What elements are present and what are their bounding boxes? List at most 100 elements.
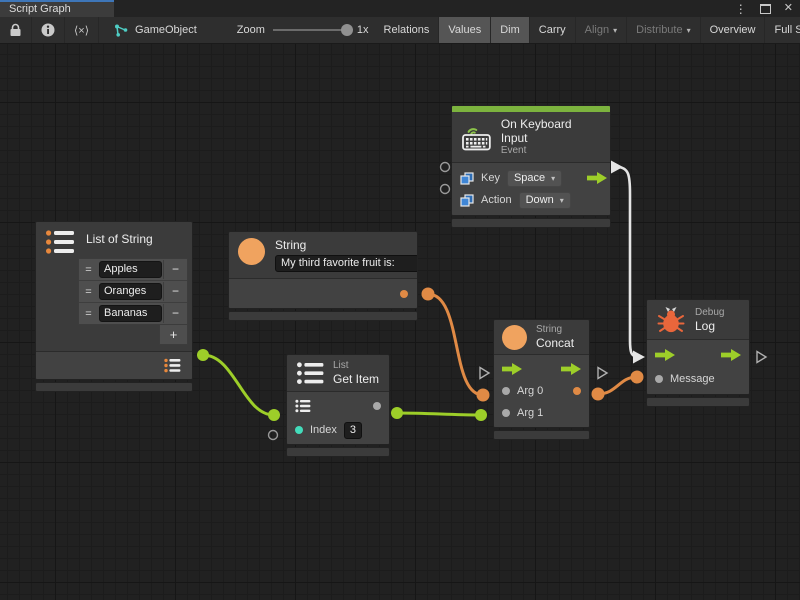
key-dropdown[interactable]: Space ▾ — [507, 170, 562, 187]
key-port-row: Key Space ▾ — [452, 167, 610, 189]
wire-getitem-to-concat[interactable] — [397, 413, 481, 415]
gameobject-selector[interactable]: GameObject — [99, 17, 203, 43]
enum-icon — [460, 194, 474, 207]
relations-label: Relations — [384, 24, 430, 36]
node-subtitle: Event — [501, 145, 601, 157]
window-controls: ⋮ ✕ — [735, 1, 793, 16]
add-item-button[interactable]: + — [159, 325, 188, 345]
message-input-port[interactable] — [655, 375, 663, 383]
fullscreen-button[interactable]: Full Scre — [765, 17, 800, 43]
list-item-input[interactable]: Apples — [99, 261, 162, 278]
overview-label: Overview — [710, 24, 756, 36]
node-on-keyboard-input[interactable]: On Keyboard Input Event Key Space ▾ — [451, 105, 611, 228]
fullscreen-label: Full Scre — [774, 24, 800, 36]
wire-endpoint[interactable] — [631, 371, 644, 384]
node-footer — [646, 397, 750, 407]
wire-endpoint[interactable] — [391, 407, 403, 419]
keyboard-icon — [461, 124, 492, 151]
code-view-button[interactable]: ⟨×⟩ — [65, 17, 99, 43]
wire-endpoint[interactable] — [268, 409, 280, 421]
list-item-input[interactable]: Oranges — [99, 283, 162, 300]
arg0-input-port[interactable] — [502, 387, 510, 395]
list-output-port-icon[interactable] — [164, 358, 181, 373]
list-item-row: = Apples − — [79, 259, 187, 281]
drag-handle-icon[interactable]: = — [79, 286, 98, 298]
remove-item-button[interactable]: − — [163, 304, 187, 323]
flow-out-arrow[interactable] — [721, 349, 741, 361]
graph-canvas[interactable]: On Keyboard Input Event Key Space ▾ — [0, 44, 800, 600]
list-icon — [45, 229, 75, 256]
flow-out-port-concat[interactable] — [598, 368, 607, 379]
index-input[interactable]: 3 — [344, 422, 362, 439]
wire-endpoint[interactable] — [477, 389, 490, 402]
distribute-button[interactable]: Distribute ▾ — [627, 17, 700, 43]
wire-keyboard-to-log[interactable] — [617, 167, 640, 357]
remove-item-button[interactable]: − — [163, 260, 187, 279]
message-label: Message — [670, 373, 715, 385]
node-list-of-string[interactable]: List of String = Apples − = Oranges − — [35, 221, 193, 392]
wire-endpoint[interactable] — [197, 349, 209, 361]
carry-button[interactable]: Carry — [530, 17, 576, 43]
flow-out-arrow[interactable] — [587, 172, 607, 187]
node-string-literal[interactable]: String My third favorite fruit is: — [228, 231, 418, 321]
lock-icon — [9, 23, 22, 37]
flow-out-port-log[interactable] — [757, 352, 766, 363]
drag-handle-icon[interactable]: = — [79, 264, 98, 276]
flow-in-arrow[interactable] — [502, 363, 522, 375]
list-item-input[interactable]: Bananas — [99, 305, 162, 322]
align-button[interactable]: Align ▾ — [576, 17, 627, 43]
remove-item-button[interactable]: − — [163, 282, 187, 301]
flow-out-arrow[interactable] — [561, 363, 581, 375]
gameobject-icon — [113, 23, 129, 38]
node-get-item[interactable]: List Get Item Index 3 — [286, 354, 390, 457]
zoom-slider-handle[interactable] — [341, 24, 353, 36]
flow-in-arrow[interactable] — [655, 349, 675, 361]
bug-icon — [656, 305, 686, 334]
values-button[interactable]: Values — [439, 17, 491, 43]
index-input-port[interactable] — [269, 431, 278, 440]
node-concat[interactable]: String Concat Arg 0 Arg 1 — [493, 319, 590, 440]
wire-endpoint[interactable] — [475, 409, 487, 421]
wire-endpoint[interactable] — [592, 388, 605, 401]
distribute-label: Distribute — [636, 24, 682, 36]
node-debug-log[interactable]: Debug Log Message — [646, 299, 750, 407]
close-icon[interactable]: ✕ — [784, 3, 793, 14]
result-output-port[interactable] — [573, 387, 581, 395]
lock-button[interactable] — [0, 17, 32, 43]
relations-button[interactable]: Relations — [375, 17, 440, 43]
menu-kebab-icon[interactable]: ⋮ — [735, 3, 747, 15]
string-icon — [502, 325, 527, 350]
tab-script-graph[interactable]: Script Graph — [0, 0, 114, 17]
dim-button[interactable]: Dim — [491, 17, 530, 43]
caret-down-icon: ▾ — [613, 26, 617, 35]
wire-string-to-concat[interactable] — [428, 294, 483, 395]
action-dropdown[interactable]: Down ▾ — [519, 192, 571, 209]
arg1-row: Arg 1 — [494, 402, 589, 424]
flow-in-port-log[interactable] — [633, 351, 645, 364]
list-input-port-icon[interactable] — [295, 399, 311, 413]
index-port[interactable] — [295, 426, 303, 434]
action-input-port[interactable] — [441, 185, 450, 194]
action-value: Down — [526, 194, 554, 206]
wire-endpoint[interactable] — [422, 288, 435, 301]
flow-out-port-keyboard[interactable] — [611, 161, 623, 174]
list-item-row: = Oranges − — [79, 281, 187, 303]
wire-list-to-getitem[interactable] — [203, 355, 274, 415]
drag-handle-icon[interactable]: = — [79, 308, 98, 320]
arg1-label: Arg 1 — [517, 407, 543, 419]
key-label: Key — [481, 172, 500, 184]
string-output-port[interactable] — [400, 290, 408, 298]
maximize-icon[interactable] — [760, 4, 771, 14]
string-value-input[interactable]: My third favorite fruit is: — [275, 255, 418, 272]
enum-icon — [460, 172, 474, 185]
node-title: Log — [695, 319, 724, 333]
key-input-port[interactable] — [441, 163, 450, 172]
info-icon — [41, 23, 55, 37]
arg1-input-port[interactable] — [502, 409, 510, 417]
overview-button[interactable]: Overview — [701, 17, 766, 43]
zoom-slider[interactable] — [273, 29, 349, 31]
arg0-label: Arg 0 — [517, 385, 543, 397]
item-output-port[interactable] — [373, 402, 381, 410]
flow-in-port-concat[interactable] — [480, 368, 489, 379]
info-button[interactable] — [32, 17, 65, 43]
